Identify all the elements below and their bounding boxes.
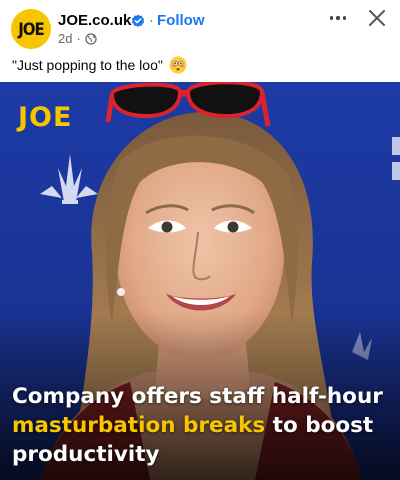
caption-text: "Just popping to the loo" xyxy=(12,57,163,73)
more-options-icon[interactable] xyxy=(327,8,349,28)
post-caption: "Just popping to the loo" xyxy=(12,56,187,74)
post-image[interactable]: JOE Company offers staff half-hour mastu… xyxy=(0,82,400,480)
page-name-link[interactable]: JOE.co.uk xyxy=(58,12,131,29)
backdrop-palm-logo xyxy=(40,154,98,204)
close-icon[interactable] xyxy=(368,9,386,27)
flushed-face-emoji xyxy=(169,56,187,74)
post-meta: 2d · xyxy=(58,31,97,46)
image-headline: Company offers staff half-hour masturbat… xyxy=(12,382,392,469)
avatar-logo-text: JOE xyxy=(18,18,45,40)
separator-dot: · xyxy=(149,12,154,29)
joe-watermark-logo: JOE xyxy=(18,102,73,133)
post-header: JOE JOE.co.uk · Follow 2d · xyxy=(0,0,400,54)
meta-separator: · xyxy=(76,31,81,46)
page-avatar[interactable]: JOE xyxy=(11,9,51,49)
globe-icon xyxy=(85,32,97,45)
verified-badge-icon xyxy=(131,14,145,27)
headline-highlight: masturbation breaks xyxy=(12,413,266,438)
headline-part-1: Company offers staff half-hour xyxy=(12,384,383,409)
follow-button[interactable]: Follow xyxy=(157,12,205,29)
post-timestamp[interactable]: 2d xyxy=(58,31,72,46)
